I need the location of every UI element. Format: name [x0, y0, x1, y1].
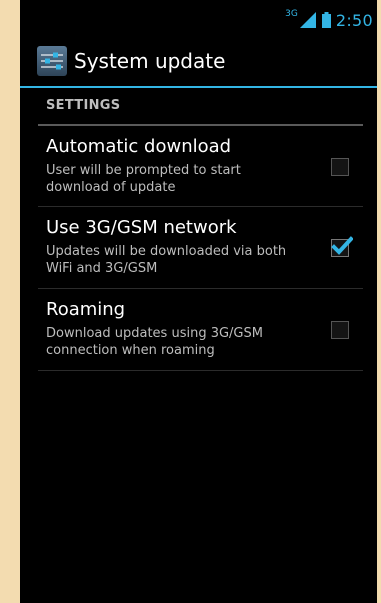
setting-roaming[interactable]: Roaming Download updates using 3G/GSM co… — [38, 289, 363, 371]
setting-title: Automatic download — [46, 136, 232, 157]
signal-bars-icon — [299, 12, 317, 28]
use-3g-gsm-checkbox[interactable] — [331, 236, 354, 257]
battery-icon — [321, 12, 331, 28]
page-title: System update — [74, 49, 226, 73]
device-frame-left — [0, 0, 20, 603]
network-type-label: 3G — [285, 9, 298, 19]
status-bar: 3G 2:50 — [20, 8, 377, 32]
setting-summary: User will be prompted to start download … — [46, 163, 241, 195]
setting-title: Roaming — [46, 299, 126, 320]
status-icons: 3G 2:50 — [285, 8, 373, 32]
checkmark-icon — [331, 235, 354, 257]
settings-sliders-icon[interactable] — [36, 45, 68, 77]
device-frame-right — [377, 0, 381, 603]
action-bar-divider — [20, 86, 377, 88]
setting-summary: Download updates using 3G/GSM connection… — [46, 326, 263, 358]
setting-summary: Updates will be downloaded via both WiFi… — [46, 244, 287, 276]
setting-title: Use 3G/GSM network — [46, 217, 237, 238]
setting-use-3g-gsm-network[interactable]: Use 3G/GSM network Updates will be downl… — [38, 207, 363, 289]
setting-automatic-download[interactable]: Automatic download User will be prompted… — [38, 126, 363, 207]
action-bar: System update — [20, 32, 377, 88]
status-clock: 2:50 — [335, 10, 373, 30]
automatic-download-checkbox[interactable] — [331, 158, 349, 176]
phone-screen: 3G 2:50 System update SETTINGS Automatic… — [20, 0, 377, 603]
roaming-checkbox[interactable] — [331, 321, 349, 339]
section-header-label: SETTINGS — [46, 98, 121, 113]
settings-section-header: SETTINGS — [38, 96, 363, 126]
